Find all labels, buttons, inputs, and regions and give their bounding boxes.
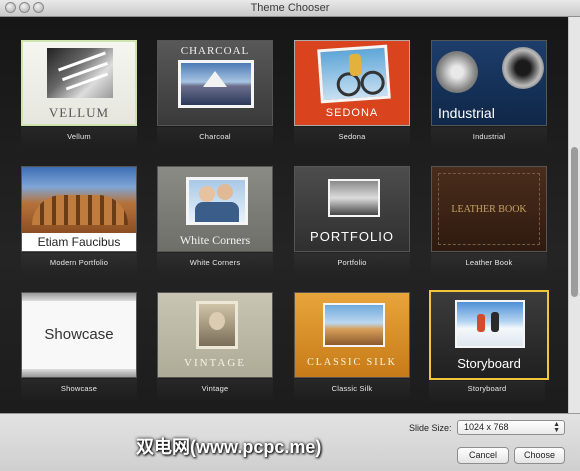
theme-thumbnail: CLASSIC SILK xyxy=(294,292,410,378)
chevron-updown-icon: ▲ ▼ xyxy=(553,421,560,434)
photo-thumbnail xyxy=(323,303,385,347)
photo-thumbnail xyxy=(317,44,391,104)
thumbnail-title: CHARCOAL xyxy=(180,45,250,57)
thumbnail-title: Etiam Faucibus xyxy=(37,235,121,249)
photo-thumbnail xyxy=(328,179,380,217)
gear-icon xyxy=(436,51,478,93)
theme-label: Leather Book xyxy=(465,258,513,267)
theme-thumbnail: Etiam Faucibus xyxy=(21,166,137,252)
watermark: 双电网(www.pcpc.me) xyxy=(136,437,322,457)
vertical-scrollbar[interactable] xyxy=(568,17,580,413)
thumbnail-title: Industrial xyxy=(438,105,495,121)
thumbnail-title: LEATHER BOOK xyxy=(451,204,527,215)
thumbnail-title: CLASSIC SILK xyxy=(307,357,397,368)
theme-label: Modern Portfolio xyxy=(49,258,109,267)
theme-label: Storyboard xyxy=(467,384,507,393)
photo-thumbnail xyxy=(47,48,113,98)
theme-thumbnail: VELLUM xyxy=(21,40,137,126)
thumbnail-title: Storyboard xyxy=(457,356,521,371)
theme-thumbnail: Storyboard xyxy=(429,290,549,380)
theme-label: Portfolio xyxy=(337,258,367,267)
theme-label: Vintage xyxy=(201,384,229,393)
thumbnail-title: Showcase xyxy=(44,326,114,343)
window-title: Theme Chooser xyxy=(250,2,330,14)
theme-label: Industrial xyxy=(472,132,506,141)
photo-thumbnail xyxy=(178,60,254,108)
theme-label: Showcase xyxy=(60,384,98,393)
theme-label: Sedona xyxy=(338,132,366,141)
scrollbar-thumb[interactable] xyxy=(571,147,578,297)
theme-thumbnail: VINTAGE xyxy=(157,292,273,378)
photo-thumbnail xyxy=(186,177,248,225)
thumbnail-title: VINTAGE xyxy=(184,357,246,369)
cancel-button[interactable]: Cancel xyxy=(457,447,509,464)
photo-thumbnail xyxy=(455,300,525,348)
title-bar: Theme Chooser xyxy=(0,0,580,17)
slide-size-select[interactable]: 1024 x 768 ▲ ▼ xyxy=(457,420,565,435)
theme-label: Vellum xyxy=(67,132,91,141)
thumbnail-title: SEDONA xyxy=(325,107,379,119)
photo-thumbnail xyxy=(196,301,238,349)
thumbnail-title: White Corners xyxy=(179,233,251,247)
slide-size-value: 1024 x 768 xyxy=(464,422,509,432)
theme-label: Classic Silk xyxy=(331,384,373,393)
theme-thumbnail: Industrial xyxy=(431,40,547,126)
theme-grid: VELLUM Vellum CHARCOAL Charcoal SEDONA S… xyxy=(0,17,568,413)
slide-size-label: Slide Size: xyxy=(409,423,452,433)
theme-thumbnail: SEDONA xyxy=(294,40,410,126)
theme-label: Charcoal xyxy=(199,132,231,141)
choose-button[interactable]: Choose xyxy=(514,447,565,464)
thumbnail-title: VELLUM xyxy=(48,105,110,120)
theme-thumbnail: White Corners xyxy=(157,166,273,252)
speaker-icon xyxy=(502,47,544,89)
theme-thumbnail: Showcase xyxy=(21,292,137,378)
theme-thumbnail: CHARCOAL xyxy=(157,40,273,126)
bottom-bar: Slide Size: 1024 x 768 ▲ ▼ 双电网(www.pcpc.m… xyxy=(0,413,580,471)
thumbnail-title: PORTFOLIO xyxy=(310,229,394,244)
theme-thumbnail: LEATHER BOOK xyxy=(431,166,547,252)
theme-chooser-window: Theme Chooser VELLUM Vellum CHARCOAL Cha… xyxy=(0,0,580,471)
theme-thumbnail: PORTFOLIO xyxy=(294,166,410,252)
photo-thumbnail xyxy=(22,167,136,233)
theme-label: White Corners xyxy=(189,258,241,267)
